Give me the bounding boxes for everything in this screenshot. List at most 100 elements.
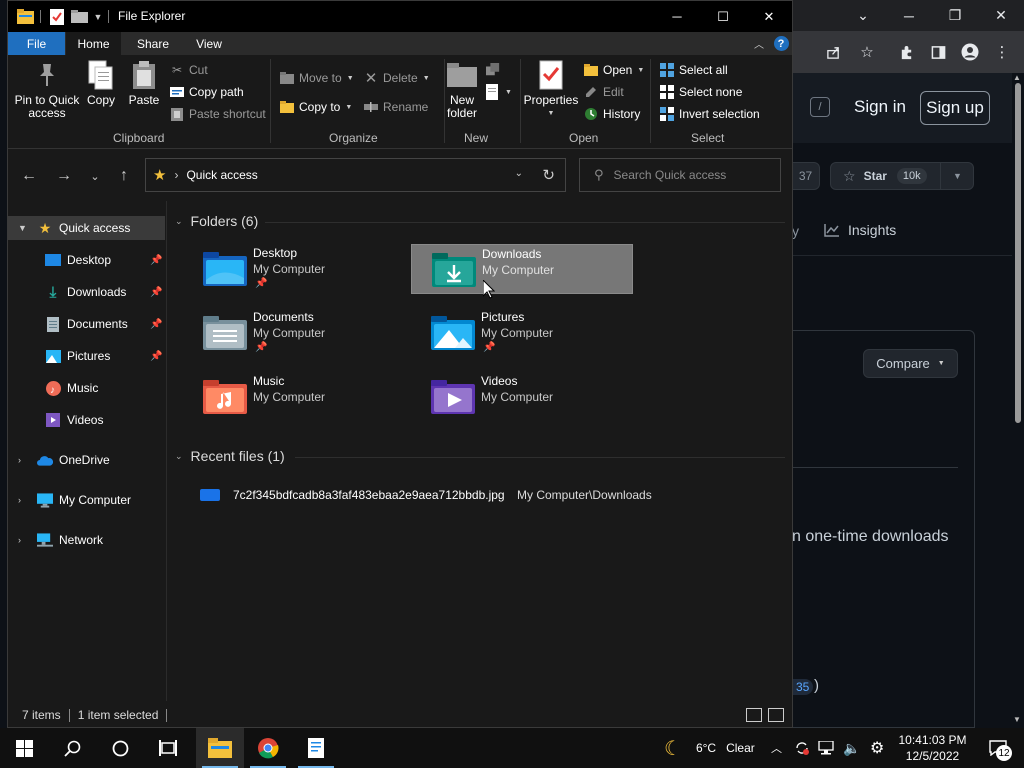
folder-tile-videos[interactable]: Videos My Computer (411, 372, 633, 422)
easy-access-button[interactable]: ▼ (486, 83, 512, 101)
pin-icon[interactable]: 📌 (150, 287, 162, 298)
new-folder-qa-icon[interactable] (70, 8, 88, 25)
tab-file[interactable]: File (8, 32, 65, 55)
large-icons-view-icon[interactable] (768, 708, 784, 722)
bookmark-star-icon[interactable]: ☆ (858, 43, 876, 61)
pin-icon[interactable]: 📌 (150, 255, 162, 266)
paste-shortcut-button[interactable]: Paste shortcut (170, 105, 266, 123)
delete-button[interactable]: ✕ Delete ▼ (364, 69, 430, 87)
settings-gear-icon[interactable]: ⚙ (870, 728, 884, 768)
profile-icon[interactable] (961, 43, 979, 61)
sign-in-link[interactable]: Sign in (854, 97, 906, 117)
taskbar-file-explorer[interactable] (196, 728, 244, 768)
rename-button[interactable]: Rename (364, 98, 428, 116)
explorer-app-icon[interactable] (16, 8, 34, 25)
search-shortcut-hint[interactable]: / (810, 97, 830, 117)
pin-icon[interactable]: 📌 (150, 319, 162, 330)
weather-widget[interactable]: ☾ 6°C Clear (664, 728, 755, 768)
scroll-up-icon[interactable]: ▲ (1013, 73, 1021, 82)
sidebar-item-network[interactable]: › Network (8, 528, 165, 552)
copy-button[interactable]: Copy (86, 59, 116, 107)
up-arrow-icon[interactable]: ↑ (113, 165, 135, 187)
properties-check-icon[interactable] (48, 8, 66, 25)
refresh-icon[interactable]: ↻ (542, 166, 555, 184)
search-input[interactable]: ⚲ Search Quick access (579, 158, 781, 192)
cut-button[interactable]: ✂ Cut (170, 61, 208, 79)
search-button[interactable] (48, 728, 96, 768)
close-button[interactable]: ✕ (746, 1, 792, 32)
start-button[interactable] (0, 728, 48, 768)
sidebar-item-quick-access[interactable]: ▼ ★ Quick access (8, 216, 165, 240)
invert-selection-button[interactable]: Invert selection (660, 105, 760, 123)
new-item-button[interactable] (486, 61, 500, 79)
network-status-icon[interactable] (818, 728, 834, 768)
browser-close-button[interactable]: ✕ (978, 0, 1024, 31)
show-hidden-icons-chevron-icon[interactable]: ︿ (771, 728, 782, 768)
collapsed-chevron-icon[interactable]: › (18, 535, 21, 545)
help-icon[interactable]: ? (772, 32, 790, 55)
folder-tile-documents[interactable]: Documents My Computer 📌 (183, 308, 405, 358)
insights-tab[interactable]: Insights (824, 222, 896, 238)
menu-kebab-icon[interactable]: ⋮ (993, 43, 1011, 61)
tab-view[interactable]: View (184, 32, 234, 55)
maximize-button[interactable]: ☐ (700, 1, 746, 32)
fork-count-badge[interactable]: 37 (792, 162, 820, 190)
address-history-chevron-icon[interactable]: ⌄ (515, 168, 523, 179)
share-icon[interactable] (824, 43, 842, 61)
cortana-button[interactable] (96, 728, 144, 768)
edit-button[interactable]: Edit (584, 83, 624, 101)
taskbar-chrome[interactable] (244, 728, 292, 768)
clock[interactable]: 10:41:03 PM 12/5/2022 (895, 732, 970, 764)
collapsed-chevron-icon[interactable]: › (18, 495, 21, 505)
select-none-button[interactable]: Select none (660, 83, 742, 101)
sidebar-item-downloads[interactable]: ⤓ Downloads 📌 (8, 280, 165, 304)
sidebar-item-onedrive[interactable]: › OneDrive (8, 448, 165, 472)
extensions-icon[interactable] (897, 43, 915, 61)
scrollbar-thumb[interactable] (1015, 83, 1021, 423)
forward-arrow-icon[interactable]: → (53, 165, 75, 187)
folders-section-header[interactable]: ⌄ Folders (6) (175, 213, 258, 229)
sidebar-item-pictures[interactable]: Pictures 📌 (8, 344, 165, 368)
browser-restore-button[interactable]: ❐ (932, 0, 978, 31)
new-folder-button[interactable]: New folder (440, 59, 484, 120)
move-to-button[interactable]: Move to ▼ (280, 69, 354, 87)
open-button[interactable]: Open ▼ (584, 61, 644, 79)
paste-button[interactable]: Paste (128, 59, 160, 107)
sidepanel-icon[interactable] (929, 43, 947, 61)
sidebar-item-documents[interactable]: Documents 📌 (8, 312, 165, 336)
scroll-down-icon[interactable]: ▼ (1013, 715, 1021, 724)
tab-share[interactable]: Share (128, 32, 178, 55)
address-bar[interactable]: ★ › Quick access ⌄ ↻ (145, 158, 566, 192)
recent-file-row[interactable]: 7c2f345bdfcadb8a3faf483ebaa2e9aea712bbdb… (200, 484, 680, 506)
browser-minimize-button[interactable]: ─ (886, 0, 932, 31)
breadcrumb-location[interactable]: Quick access (186, 168, 257, 182)
task-view-button[interactable] (144, 728, 192, 768)
collapsed-chevron-icon[interactable]: › (18, 455, 21, 465)
pin-to-quick-access-button[interactable]: Pin to Quick access (14, 59, 80, 120)
action-center-button[interactable]: 12 (980, 728, 1016, 768)
copy-to-button[interactable]: Copy to ▼ (280, 98, 352, 116)
sidebar-item-my-computer[interactable]: › My Computer (8, 488, 165, 512)
sync-status-icon[interactable] (794, 728, 810, 768)
copy-path-button[interactable]: Copy path (170, 83, 244, 101)
tab-home[interactable]: Home (66, 32, 121, 55)
recent-locations-chevron-icon[interactable]: ⌄ (84, 165, 106, 187)
pin-icon[interactable]: 📌 (150, 351, 162, 362)
select-all-button[interactable]: Select all (660, 61, 728, 79)
expanded-chevron-icon[interactable]: ▼ (18, 223, 27, 233)
compare-button[interactable]: Compare ▼ (863, 349, 958, 378)
customize-qa-chevron-icon[interactable]: ▼ (92, 8, 104, 25)
folder-tile-desktop[interactable]: Desktop My Computer 📌 (183, 244, 405, 294)
volume-icon[interactable]: 🔈 (843, 728, 860, 768)
sidebar-item-videos[interactable]: Videos (8, 408, 165, 432)
details-view-icon[interactable] (746, 708, 762, 722)
tab-search-icon[interactable]: ⌄ (840, 0, 886, 31)
sidebar-item-music[interactable]: ♪ Music (8, 376, 165, 400)
history-button[interactable]: History (584, 105, 640, 123)
back-arrow-icon[interactable]: ← (18, 165, 40, 187)
folder-tile-downloads[interactable]: Downloads My Computer (411, 244, 633, 294)
minimize-button[interactable]: ─ (654, 1, 700, 32)
folder-tile-pictures[interactable]: Pictures My Computer 📌 (411, 308, 633, 358)
recent-files-section-header[interactable]: ⌄ Recent files (1) (175, 448, 285, 464)
star-dropdown-button[interactable]: ▼ (940, 162, 974, 190)
